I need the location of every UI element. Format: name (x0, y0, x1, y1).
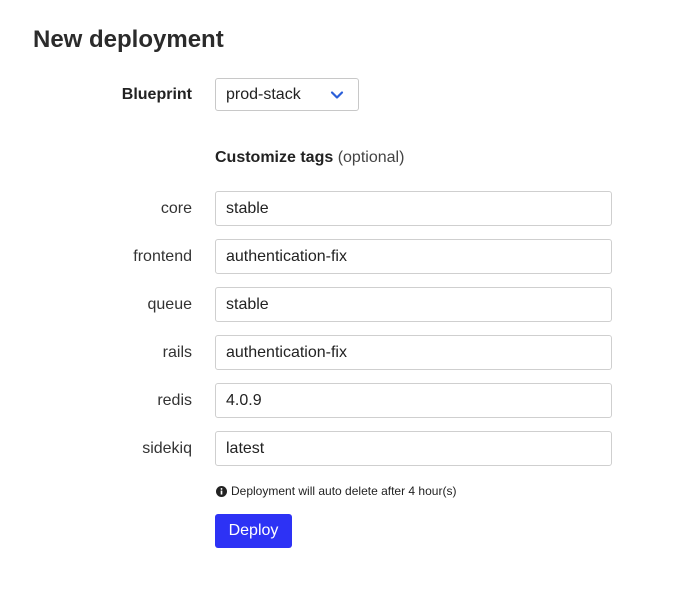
tag-label-sidekiq: sidekiq (142, 440, 192, 457)
tag-label-frontend: frontend (133, 248, 192, 265)
tag-row-queue: queue (0, 287, 700, 323)
tag-label-queue: queue (147, 296, 193, 313)
tags-heading-optional: (optional) (337, 149, 405, 166)
tag-input-queue[interactable] (215, 287, 612, 322)
tag-row-rails: rails (0, 335, 700, 371)
tag-label-core: core (160, 200, 192, 217)
tag-input-frontend[interactable] (215, 239, 612, 274)
tag-input-rails[interactable] (215, 335, 612, 370)
tag-input-redis[interactable] (215, 383, 612, 418)
blueprint-select[interactable]: prod-stack (215, 78, 359, 111)
tag-row-core: core (0, 191, 700, 227)
blueprint-label: Blueprint (121, 86, 192, 103)
tag-row-frontend: frontend (0, 239, 700, 275)
page-title: New deployment (33, 26, 224, 53)
tag-label-rails: rails (162, 344, 192, 361)
info-icon (216, 486, 227, 497)
tag-row-redis: redis (0, 383, 700, 419)
tags-heading-title: Customize tags (215, 149, 334, 166)
tag-label-redis: redis (157, 392, 192, 409)
chevron-down-icon (330, 91, 344, 99)
blueprint-selected-value: prod-stack (226, 85, 301, 103)
tag-input-sidekiq[interactable] (215, 431, 612, 466)
auto-delete-notice: Deployment will auto delete after 4 hour… (216, 484, 456, 499)
notice-text: Deployment will auto delete after 4 hour… (231, 484, 457, 498)
tag-row-sidekiq: sidekiq (0, 431, 700, 467)
tags-heading: Customize tags (optional) (215, 148, 404, 168)
tag-input-core[interactable] (215, 191, 612, 226)
deploy-button[interactable]: Deploy (215, 514, 292, 548)
